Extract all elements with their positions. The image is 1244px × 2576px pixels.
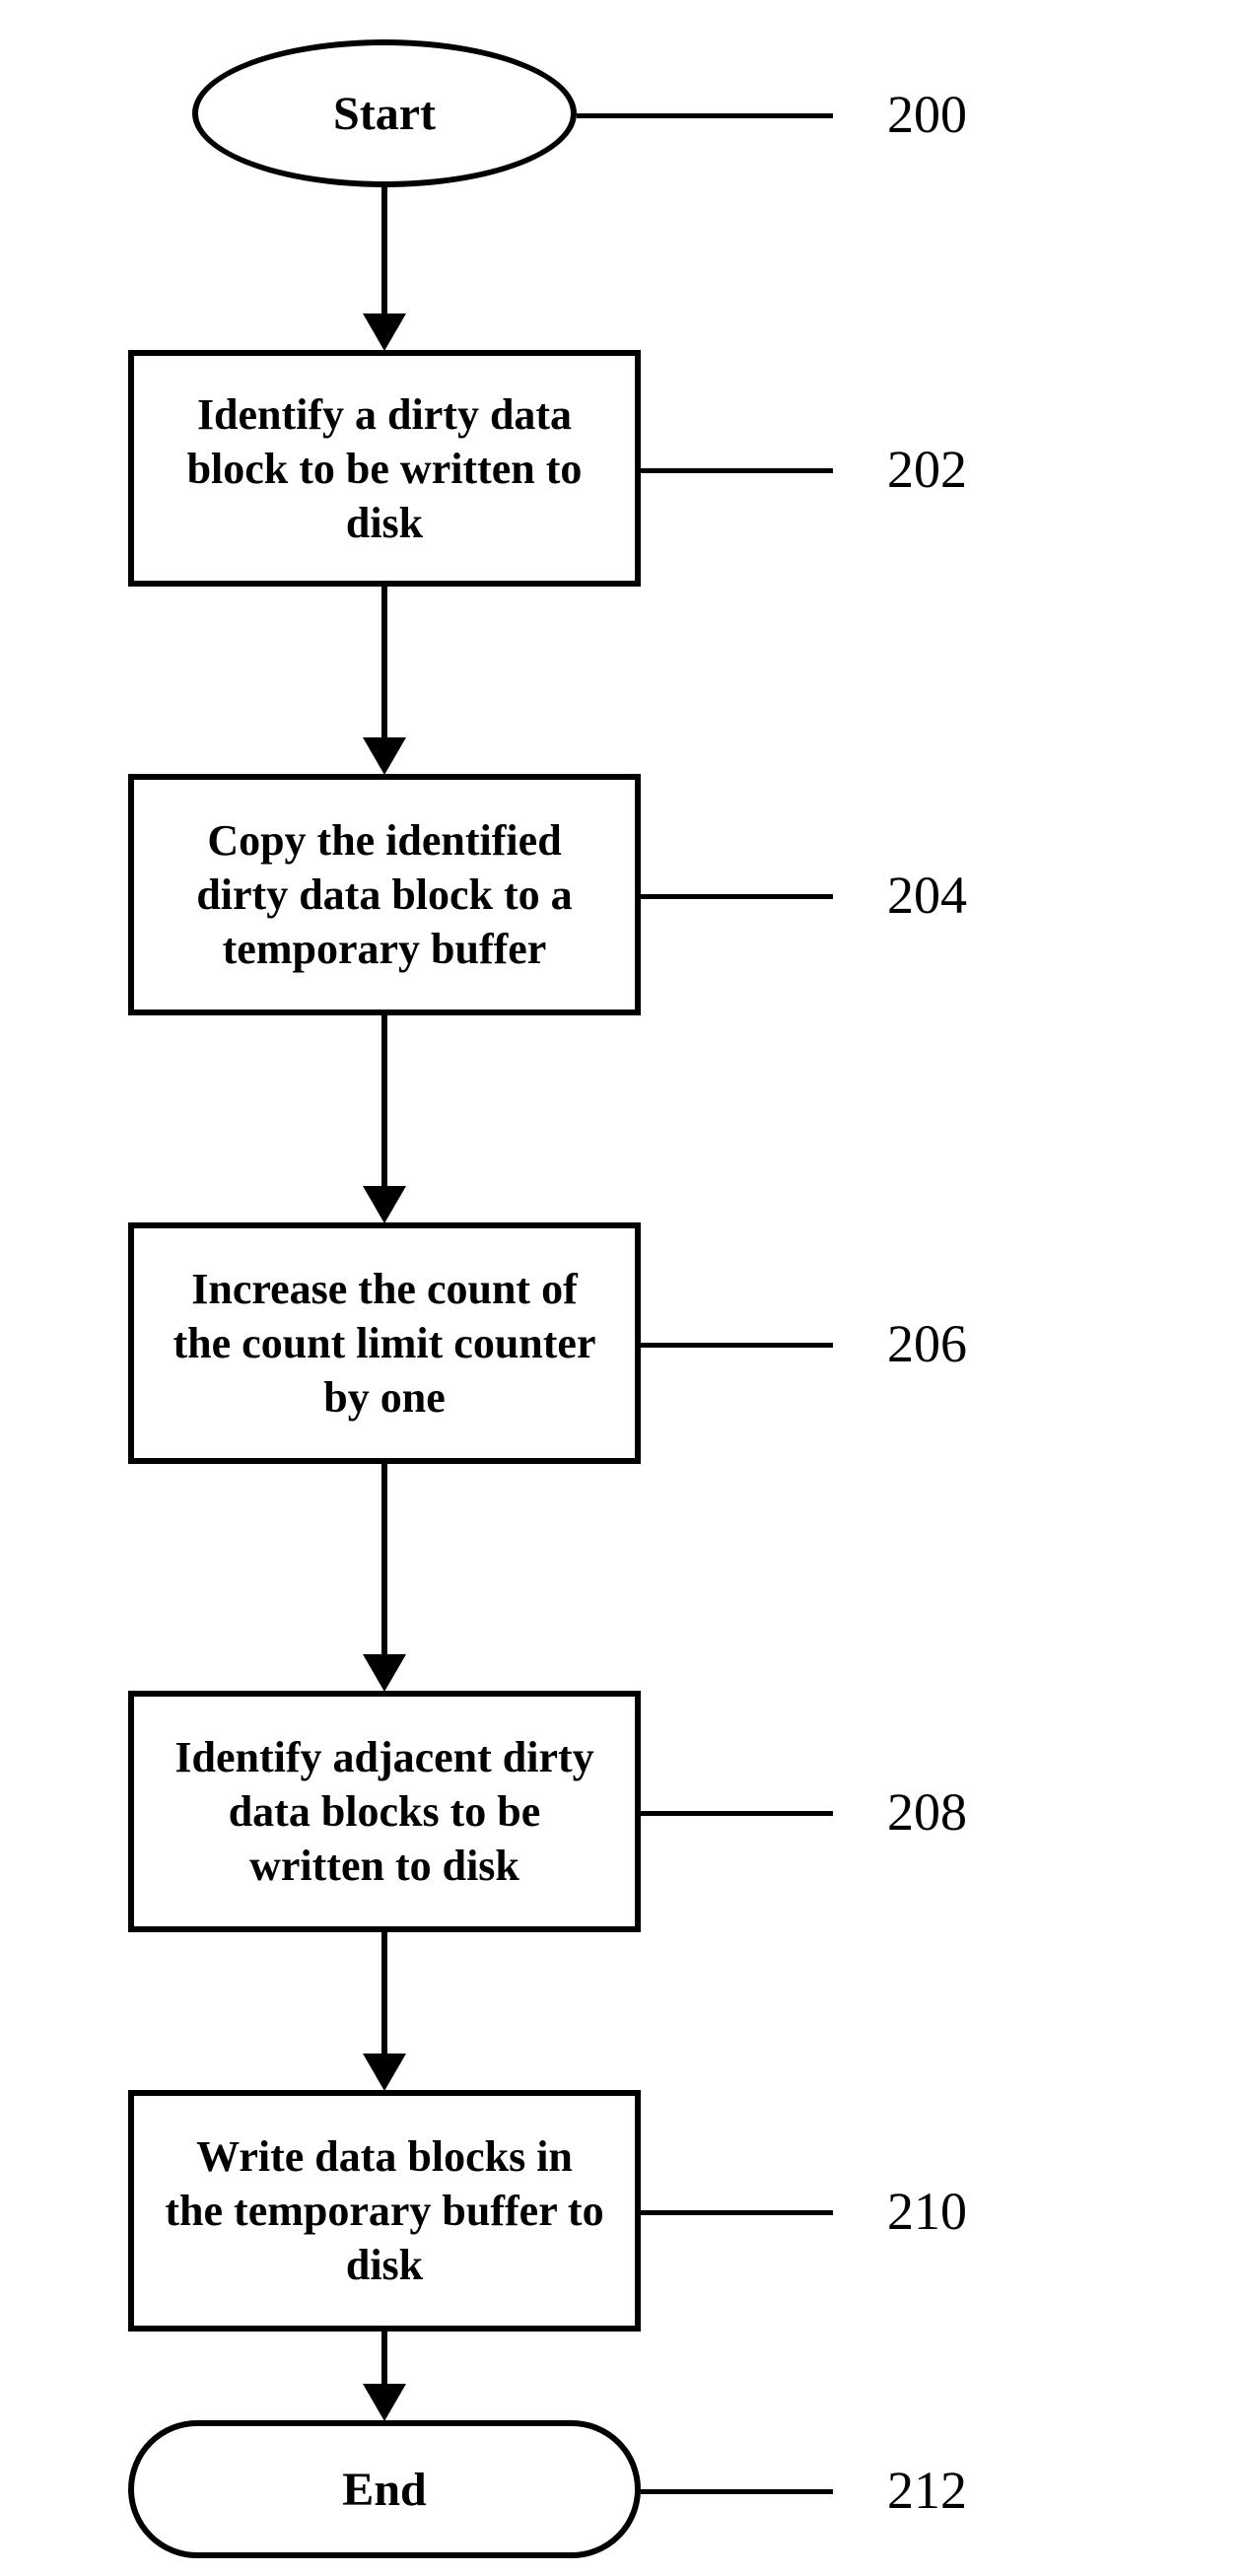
- arrowhead-2: [363, 737, 406, 775]
- arrow-5: [381, 1932, 387, 2055]
- ref-step2: 204: [887, 865, 967, 926]
- end-node: End: [128, 2420, 641, 2558]
- arrowhead-1: [363, 313, 406, 351]
- ref-end: 212: [887, 2460, 967, 2521]
- arrow-3: [381, 1015, 387, 1188]
- ref-step1: 202: [887, 439, 967, 500]
- ref-connector-step2: [641, 894, 833, 899]
- ref-connector-step4: [641, 1811, 833, 1816]
- ref-step4: 208: [887, 1781, 967, 1843]
- step4-label: Identify adjacent dirty data blocks to b…: [164, 1730, 605, 1893]
- step2-node: Copy the identified dirty data block to …: [128, 774, 641, 1015]
- ref-connector-start: [577, 113, 833, 118]
- arrow-2: [381, 587, 387, 739]
- arrow-1: [381, 187, 387, 315]
- step3-node: Increase the count of the count limit co…: [128, 1222, 641, 1464]
- start-label: Start: [333, 87, 436, 141]
- step1-node: Identify a dirty data block to be writte…: [128, 350, 641, 587]
- flowchart-container: Start 200 Identify a dirty data block to…: [0, 0, 1244, 2576]
- arrow-6: [381, 2332, 387, 2386]
- ref-connector-end: [641, 2489, 833, 2494]
- arrowhead-5: [363, 2054, 406, 2091]
- arrowhead-4: [363, 1654, 406, 1692]
- arrow-4: [381, 1464, 387, 1656]
- end-label: End: [342, 2463, 426, 2517]
- ref-connector-step1: [641, 468, 833, 473]
- step5-label: Write data blocks in the temporary buffe…: [164, 2129, 605, 2292]
- step1-label: Identify a dirty data block to be writte…: [164, 387, 605, 550]
- ref-step3: 206: [887, 1313, 967, 1374]
- step4-node: Identify adjacent dirty data blocks to b…: [128, 1691, 641, 1932]
- arrowhead-3: [363, 1186, 406, 1223]
- ref-connector-step5: [641, 2210, 833, 2215]
- start-node: Start: [192, 39, 577, 187]
- step5-node: Write data blocks in the temporary buffe…: [128, 2090, 641, 2332]
- step3-label: Increase the count of the count limit co…: [164, 1262, 605, 1425]
- step2-label: Copy the identified dirty data block to …: [164, 813, 605, 976]
- ref-step5: 210: [887, 2181, 967, 2242]
- ref-connector-step3: [641, 1343, 833, 1348]
- arrowhead-6: [363, 2384, 406, 2421]
- ref-start: 200: [887, 84, 967, 145]
